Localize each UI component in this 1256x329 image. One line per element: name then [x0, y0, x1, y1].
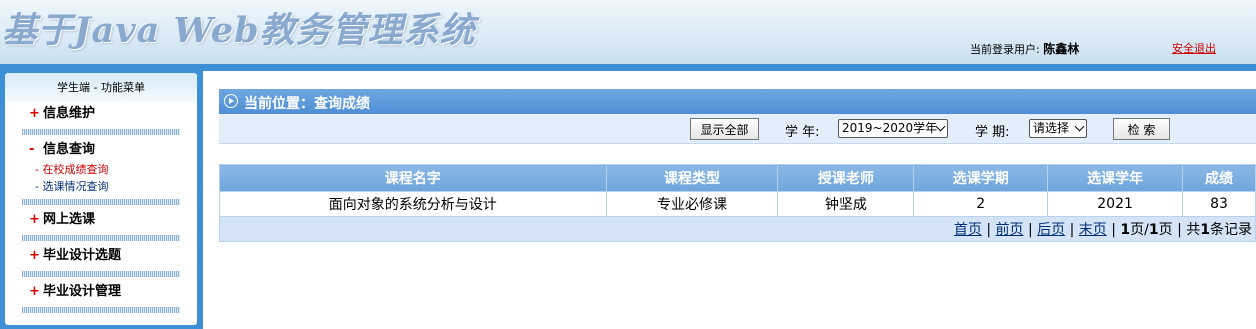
pager-separator: | — [1027, 222, 1033, 238]
menu-item-label: 信息查询 — [43, 142, 96, 157]
menu-item-thesis-topic[interactable]: + 毕业设计选题 — [5, 245, 197, 267]
first-page-link[interactable]: 首页 — [954, 222, 982, 238]
cell-term: 2 — [913, 191, 1049, 217]
year-select[interactable]: 2019~2020学年 — [838, 119, 948, 138]
table-row: 面向对象的系统分析与设计 专业必修课 钟坚成 2 2021 83 — [219, 191, 1256, 217]
page-suffix-text: 页 — [1158, 222, 1173, 238]
current-page: 1 — [1120, 222, 1131, 238]
cell-course-name: 面向对象的系统分析与设计 — [219, 191, 607, 217]
submenu-label: 在校成绩查询 — [42, 163, 109, 176]
cell-year: 2021 — [1047, 191, 1184, 217]
location-bar: 当前位置：查询成绩 — [219, 89, 1256, 114]
collapse-icon: - — [29, 142, 35, 157]
current-user-name: 陈鑫林 — [1043, 42, 1080, 56]
menu-item-label: 信息维护 — [43, 106, 96, 121]
pagination-row: 首页 | 前页 | 后页 | 末页 | 1页/1页 | 共1条记录 — [219, 216, 1256, 242]
year-select-value: 2019~2020学年 — [842, 121, 938, 135]
sidebar: 学生端 - 功能菜单 + 信息维护 - 信息查询 - 在校成绩查询 - 选课情况查询… — [5, 73, 197, 325]
menu-group-thesis-topic: + 毕业设计选题 — [5, 245, 197, 277]
pagination: 首页 | 前页 | 后页 | 末页 | 1页/1页 | 共1条记录 — [219, 216, 1256, 242]
menu-divider — [22, 129, 180, 135]
column-header-course-type: 课程类型 — [605, 164, 779, 192]
menu-item-label: 网上选课 — [43, 212, 96, 227]
show-all-button[interactable]: 显示全部 — [690, 118, 759, 140]
term-label: 学 期: — [975, 125, 1010, 140]
submenu-prefix: - — [35, 180, 39, 193]
menu-item-info-maintenance[interactable]: + 信息维护 — [5, 103, 197, 125]
menu-item-info-query[interactable]: - 信息查询 — [5, 139, 197, 161]
expand-icon: + — [29, 212, 40, 227]
app-header: 基于Java Web教务管理系统 当前登录用户: 陈鑫林 安全退出 — [0, 0, 1256, 64]
expand-icon: + — [29, 106, 40, 121]
chevron-down-icon — [1074, 121, 1085, 132]
location-text: 当前位置：查询成绩 — [244, 96, 370, 112]
submenu-grade-query[interactable]: - 在校成绩查询 — [5, 161, 197, 178]
menu-divider — [22, 307, 180, 313]
page-separator-text: 页/ — [1130, 222, 1149, 238]
cell-course-type: 专业必修课 — [605, 191, 779, 217]
pager-separator: | — [1177, 222, 1182, 238]
menu-item-online-course-selection[interactable]: + 网上选课 — [5, 209, 197, 231]
menu-group-thesis-management: + 毕业设计管理 — [5, 281, 197, 313]
prev-page-link[interactable]: 前页 — [996, 222, 1024, 238]
pager-separator: | — [1111, 222, 1116, 238]
next-page-link[interactable]: 后页 — [1037, 222, 1065, 238]
submenu-prefix: - — [35, 163, 39, 176]
grades-table: 课程名字 课程类型 授课老师 选课学期 选课学年 成绩 面向对象的系统分析与设计… — [219, 164, 1256, 242]
sidebar-header: 学生端 - 功能菜单 — [5, 73, 197, 103]
column-header-teacher: 授课老师 — [777, 164, 915, 192]
logout-link[interactable]: 安全退出 — [1172, 40, 1216, 56]
menu-item-label: 毕业设计选题 — [43, 248, 122, 263]
term-select-value: 请选择 — [1033, 121, 1070, 135]
submenu-course-selection-query[interactable]: - 选课情况查询 — [5, 178, 197, 195]
term-select[interactable]: 请选择 — [1029, 119, 1087, 138]
cell-teacher: 钟坚成 — [777, 191, 915, 217]
menu-divider — [22, 235, 180, 241]
filter-bar: 显示全部 学 年: 2019~2020学年 学 期: 请选择 检 索 — [219, 114, 1256, 144]
app-title: 基于Java Web教务管理系统 — [2, 10, 476, 51]
menu-divider — [22, 199, 180, 205]
current-user-label: 当前登录用户: — [970, 43, 1040, 56]
menu-group-online-course-selection: + 网上选课 — [5, 209, 197, 241]
pager-separator: | — [986, 222, 992, 238]
record-count-suffix: 条记录 — [1210, 222, 1252, 238]
menu-item-label: 毕业设计管理 — [43, 284, 122, 299]
menu-group-info-query: - 信息查询 - 在校成绩查询 - 选课情况查询 — [5, 139, 197, 205]
record-count-prefix: 共 — [1186, 222, 1201, 238]
column-header-course-name: 课程名字 — [219, 164, 607, 192]
pager-separator: | — [1069, 222, 1075, 238]
year-label: 学 年: — [785, 125, 820, 140]
record-count: 1 — [1200, 222, 1210, 238]
play-circle-icon — [224, 94, 238, 108]
menu-group-info-maintenance: + 信息维护 — [5, 103, 197, 135]
table-header-row: 课程名字 课程类型 授课老师 选课学期 选课学年 成绩 — [219, 164, 1256, 192]
last-page-link[interactable]: 末页 — [1079, 222, 1107, 238]
expand-icon: + — [29, 284, 40, 299]
column-header-year: 选课学年 — [1047, 164, 1184, 192]
total-pages: 1 — [1148, 222, 1159, 238]
current-user: 当前登录用户: 陈鑫林 — [970, 40, 1079, 57]
submenu-label: 选课情况查询 — [42, 180, 109, 193]
search-button[interactable]: 检 索 — [1113, 118, 1170, 140]
column-header-score: 成绩 — [1182, 164, 1256, 192]
column-header-term: 选课学期 — [913, 164, 1049, 192]
menu-divider — [22, 271, 180, 277]
expand-icon: + — [29, 248, 40, 263]
cell-score: 83 — [1182, 191, 1256, 217]
menu-item-thesis-management[interactable]: + 毕业设计管理 — [5, 281, 197, 303]
